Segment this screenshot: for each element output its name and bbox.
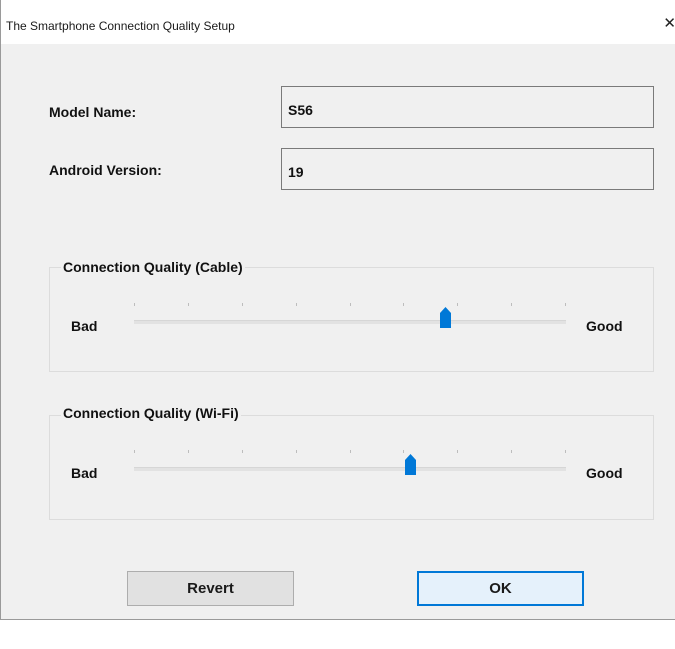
- cable-quality-title: Connection Quality (Cable): [61, 259, 245, 275]
- cable-slider-track: [134, 320, 566, 324]
- cable-quality-slider[interactable]: [134, 300, 566, 330]
- close-icon[interactable]: ✕: [662, 14, 675, 34]
- slider-tick: [134, 450, 135, 453]
- slider-tick: [403, 303, 404, 306]
- slider-tick: [511, 303, 512, 306]
- wifi-quality-title: Connection Quality (Wi-Fi): [61, 405, 241, 421]
- slider-tick: [296, 450, 297, 453]
- ok-button[interactable]: OK: [417, 571, 584, 606]
- slider-tick: [188, 450, 189, 453]
- slider-tick: [565, 303, 566, 306]
- model-name-field[interactable]: [281, 86, 654, 128]
- slider-tick: [242, 450, 243, 453]
- slider-tick: [242, 303, 243, 306]
- slider-tick: [457, 450, 458, 453]
- model-name-label: Model Name:: [49, 104, 137, 120]
- slider-tick: [134, 303, 135, 306]
- wifi-slider-track: [134, 467, 566, 471]
- dialog-window: The Smartphone Connection Quality Setup …: [0, 0, 675, 620]
- cable-good-label: Good: [586, 318, 623, 334]
- slider-tick: [350, 303, 351, 306]
- wifi-slider-thumb[interactable]: [405, 454, 416, 475]
- window-title: The Smartphone Connection Quality Setup: [6, 19, 235, 33]
- slider-tick: [188, 303, 189, 306]
- wifi-quality-slider[interactable]: [134, 447, 566, 477]
- slider-tick: [457, 303, 458, 306]
- wifi-bad-label: Bad: [71, 465, 98, 481]
- revert-button[interactable]: Revert: [127, 571, 294, 606]
- slider-tick: [350, 450, 351, 453]
- android-version-field[interactable]: [281, 148, 654, 190]
- slider-tick: [296, 303, 297, 306]
- title-bar: The Smartphone Connection Quality Setup …: [1, 0, 675, 44]
- slider-tick: [511, 450, 512, 453]
- wifi-good-label: Good: [586, 465, 623, 481]
- slider-tick: [403, 450, 404, 453]
- slider-tick: [565, 450, 566, 453]
- cable-bad-label: Bad: [71, 318, 98, 334]
- cable-slider-thumb[interactable]: [440, 307, 451, 328]
- android-version-label: Android Version:: [49, 162, 162, 178]
